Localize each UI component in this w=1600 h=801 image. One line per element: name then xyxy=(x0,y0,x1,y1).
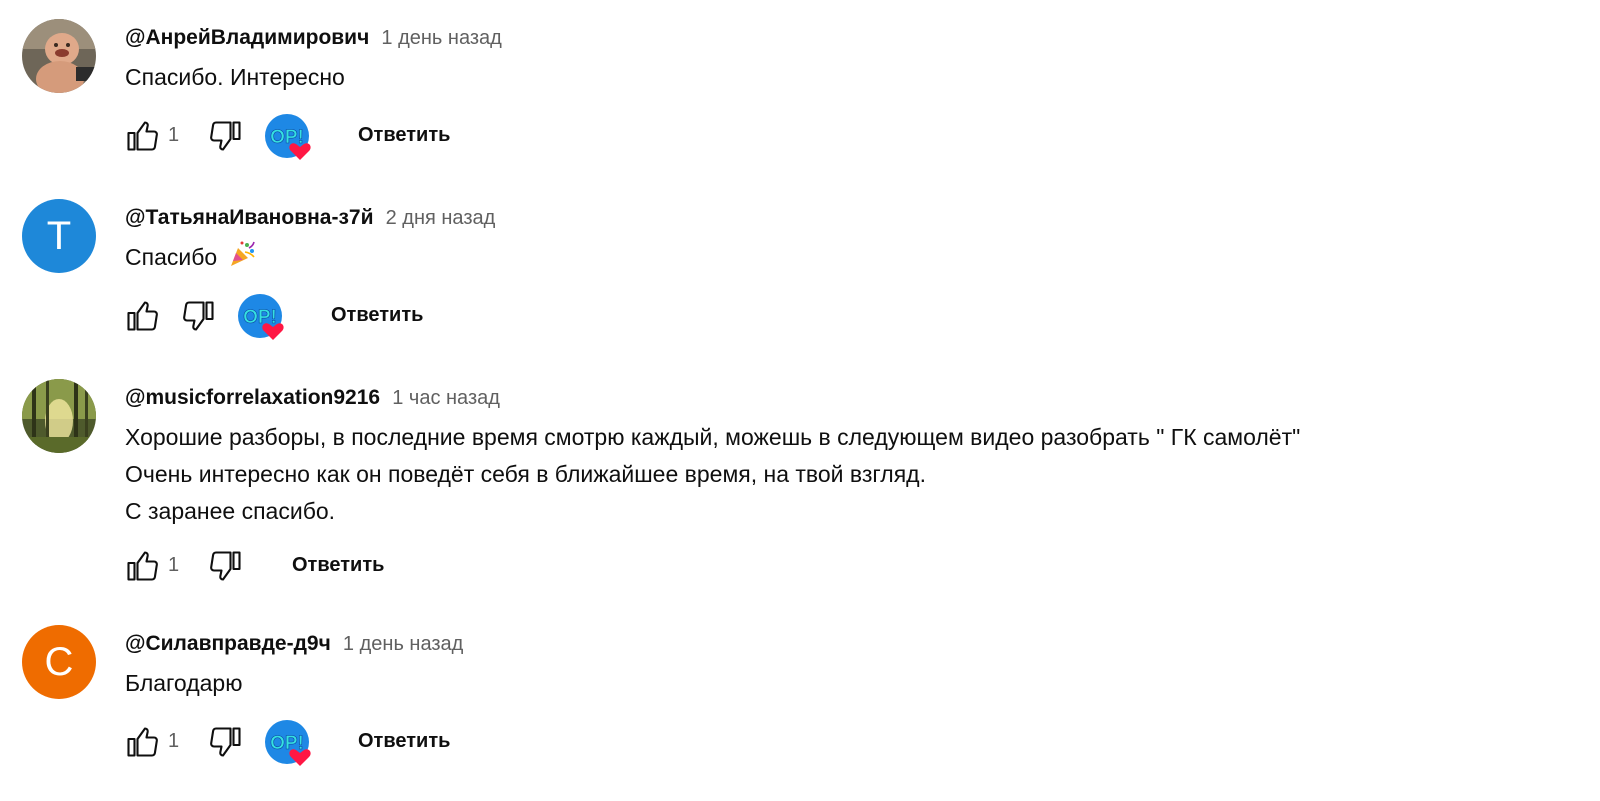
comment-actions: 1 Ответить xyxy=(122,546,822,590)
comment-time[interactable]: 1 час назад xyxy=(392,387,500,409)
comment-actions: OP! Ответить xyxy=(122,294,822,342)
creator-heart-badge: OP! xyxy=(264,114,316,162)
like-button[interactable] xyxy=(122,296,162,336)
comment-author[interactable]: @АнрейВладимирович xyxy=(125,26,369,49)
comment-text: Хорошие разборы, в последние время смотр… xyxy=(125,419,1300,530)
creator-heart-badge: OP! xyxy=(264,720,316,768)
comment-line: Очень интересно как он поведёт себя в бл… xyxy=(125,461,926,487)
avatar[interactable]: Т xyxy=(22,199,96,273)
dislike-button[interactable] xyxy=(179,296,219,336)
avatar-photo-icon xyxy=(22,379,96,453)
comment-line: С заранее спасибо. xyxy=(125,498,336,524)
comment-text: Спасибо. Интересно xyxy=(125,59,345,96)
thumb-up-icon xyxy=(127,121,158,151)
like-count: 1 xyxy=(168,730,180,752)
reply-button[interactable]: Ответить xyxy=(358,124,450,147)
thumb-down-icon xyxy=(210,551,241,581)
comment-line: Спасибо xyxy=(125,244,218,270)
like-button[interactable] xyxy=(122,116,162,156)
svg-text:OP!: OP! xyxy=(243,307,277,328)
avatar-letter: Т xyxy=(46,214,72,258)
svg-text:OP!: OP! xyxy=(270,127,304,148)
creator-heart-icon: OP! xyxy=(265,720,311,766)
avatar[interactable] xyxy=(22,19,96,93)
comment-time[interactable]: 1 день назад xyxy=(343,633,463,655)
thumb-up-icon xyxy=(127,727,158,757)
avatar[interactable]: С xyxy=(22,625,96,699)
dislike-button[interactable] xyxy=(206,116,246,156)
comment-time[interactable]: 2 дня назад xyxy=(386,207,496,229)
thumb-down-icon xyxy=(183,301,214,331)
like-button[interactable] xyxy=(122,546,162,586)
like-count: 1 xyxy=(168,124,180,146)
comment-line: Спасибо. Интересно xyxy=(125,64,345,90)
comment-text: Благодарю xyxy=(125,665,242,702)
comment-actions: 1 OP! Ответить xyxy=(122,720,822,768)
dislike-button[interactable] xyxy=(206,546,246,586)
comment-text: Спасибо xyxy=(125,239,257,280)
creator-heart-badge: OP! xyxy=(237,294,289,342)
reply-button[interactable]: Ответить xyxy=(358,730,450,753)
thumb-up-icon xyxy=(127,551,158,581)
comment-actions: 1 OP! Ответить xyxy=(122,114,822,162)
avatar-letter: С xyxy=(44,640,74,684)
comment-author[interactable]: @Силавправде-д9ч xyxy=(125,632,331,655)
creator-heart-icon: OP! xyxy=(265,114,311,160)
thumb-up-icon xyxy=(127,301,158,331)
comment-line: Хорошие разборы, в последние время смотр… xyxy=(125,424,1301,450)
thumb-down-icon xyxy=(210,727,241,757)
avatar-photo-icon xyxy=(22,19,96,93)
comment-author[interactable]: @ТатьянаИвановна-з7й xyxy=(125,206,373,229)
svg-text:OP!: OP! xyxy=(270,733,304,754)
comment-author[interactable]: @musicforrelaxation9216 xyxy=(125,386,380,409)
reply-button[interactable]: Ответить xyxy=(292,554,384,577)
dislike-button[interactable] xyxy=(206,722,246,762)
thumb-down-icon xyxy=(210,121,241,151)
like-count: 1 xyxy=(168,554,180,576)
creator-heart-icon: OP! xyxy=(238,294,284,340)
reply-button[interactable]: Ответить xyxy=(331,304,423,327)
comment-line: Благодарю xyxy=(125,670,243,696)
party-popper-icon xyxy=(227,239,257,280)
like-button[interactable] xyxy=(122,722,162,762)
comment-time[interactable]: 1 день назад xyxy=(381,27,501,49)
avatar[interactable] xyxy=(22,379,96,453)
